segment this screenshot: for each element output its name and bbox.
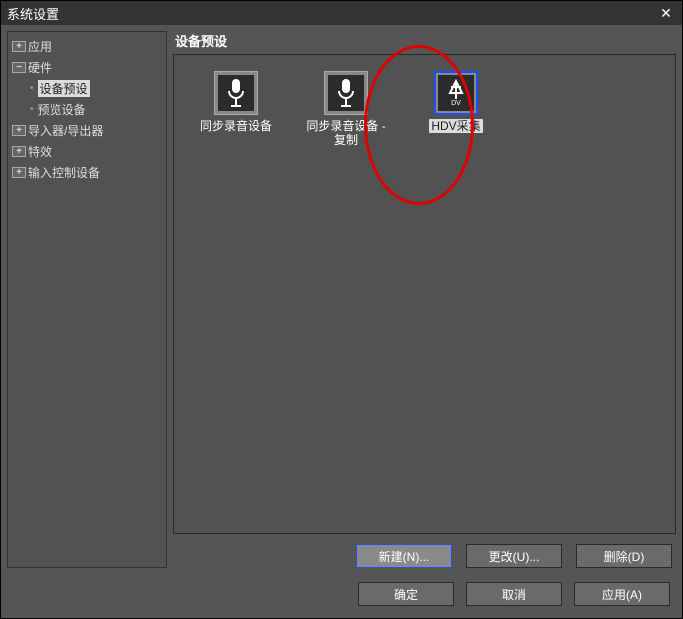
preset-item-sync-record-copy[interactable]: 同步录音设备 - 复制 bbox=[306, 71, 386, 148]
bullet-icon: • bbox=[30, 104, 34, 115]
ok-button[interactable]: 确定 bbox=[358, 582, 454, 606]
preset-label: HDV采集 bbox=[429, 119, 482, 133]
tree-label: 输入控制设备 bbox=[28, 164, 100, 181]
cancel-button[interactable]: 取消 bbox=[466, 582, 562, 606]
expand-icon[interactable]: + bbox=[12, 41, 26, 52]
settings-tree: + 应用 − 硬件 • 设备预设 • 预览设备 + 导入器/导出器 + 特效 bbox=[7, 31, 167, 568]
preset-items: 同步录音设备 同步录音设备 - 复制 DV bbox=[174, 55, 675, 164]
tree-item-app[interactable]: + 应用 bbox=[10, 36, 164, 57]
new-button[interactable]: 新建(N)... bbox=[356, 544, 452, 568]
change-button[interactable]: 更改(U)... bbox=[466, 544, 562, 568]
collapse-icon[interactable]: − bbox=[12, 62, 26, 73]
preset-item-hdv-capture[interactable]: DV HDV采集 bbox=[416, 71, 496, 133]
window-title: 系统设置 bbox=[7, 4, 59, 23]
tree-label: 硬件 bbox=[28, 59, 52, 76]
tree-label: 导入器/导出器 bbox=[28, 122, 103, 139]
tree-label: 设备预设 bbox=[38, 80, 90, 97]
dialog-footer: 确定 取消 应用(A) bbox=[1, 574, 682, 618]
tree-item-input-control[interactable]: + 输入控制设备 bbox=[10, 162, 164, 183]
expand-icon[interactable]: + bbox=[12, 146, 26, 157]
apply-button[interactable]: 应用(A) bbox=[574, 582, 670, 606]
panel-buttons: 新建(N)... 更改(U)... 删除(D) bbox=[173, 534, 676, 568]
tree-label: 特效 bbox=[28, 143, 52, 160]
tree-label: 预览设备 bbox=[38, 101, 86, 118]
tree-item-device-preset[interactable]: • 设备预设 bbox=[10, 78, 164, 99]
delete-button[interactable]: 删除(D) bbox=[576, 544, 672, 568]
content-area: + 应用 − 硬件 • 设备预设 • 预览设备 + 导入器/导出器 + 特效 bbox=[1, 25, 682, 574]
svg-text:DV: DV bbox=[451, 100, 461, 107]
panel-title: 设备预设 bbox=[173, 31, 676, 54]
tree-label: 应用 bbox=[28, 38, 52, 55]
dv-icon: DV bbox=[434, 71, 478, 115]
preset-item-sync-record[interactable]: 同步录音设备 bbox=[196, 71, 276, 133]
device-preset-panel: 同步录音设备 同步录音设备 - 复制 DV bbox=[173, 54, 676, 534]
preset-label: 同步录音设备 - 复制 bbox=[306, 119, 386, 148]
expand-icon[interactable]: + bbox=[12, 167, 26, 178]
preset-label: 同步录音设备 bbox=[200, 119, 272, 133]
tree-item-preview-device[interactable]: • 预览设备 bbox=[10, 99, 164, 120]
main-panel: 设备预设 同步录音设备 bbox=[173, 31, 676, 568]
tree-item-hardware[interactable]: − 硬件 bbox=[10, 57, 164, 78]
expand-icon[interactable]: + bbox=[12, 125, 26, 136]
tree-item-importer[interactable]: + 导入器/导出器 bbox=[10, 120, 164, 141]
system-settings-window: 系统设置 ✕ + 应用 − 硬件 • 设备预设 • 预览设备 + 导入器/导出器 bbox=[0, 0, 683, 619]
titlebar: 系统设置 ✕ bbox=[1, 1, 682, 25]
mic-icon bbox=[214, 71, 258, 115]
close-icon[interactable]: ✕ bbox=[656, 5, 676, 22]
bullet-icon: • bbox=[30, 83, 34, 94]
mic-icon bbox=[324, 71, 368, 115]
tree-item-effects[interactable]: + 特效 bbox=[10, 141, 164, 162]
